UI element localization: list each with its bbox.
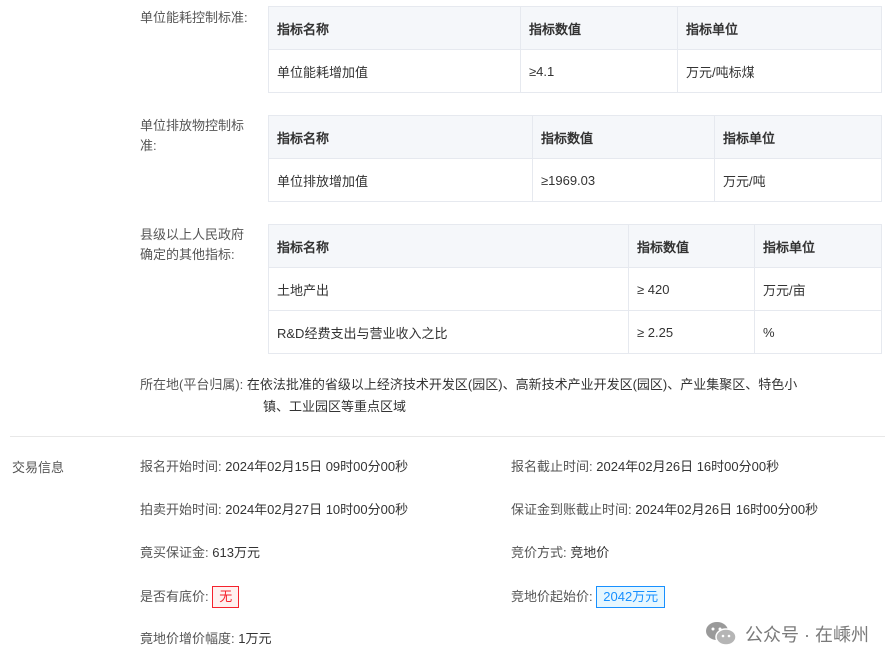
table-cell: % xyxy=(754,310,882,354)
table-cell: R&D经费支出与营业收入之比 xyxy=(268,310,629,354)
auction-start-value: 2024年02月27日 10时00分00秒 xyxy=(225,502,409,517)
location-value-cont: 镇、工业园区等重点区域 xyxy=(263,399,407,414)
wechat-icon xyxy=(705,620,737,648)
auction-start-label: 拍卖开始时间: xyxy=(140,502,222,517)
table-cell: 土地产出 xyxy=(268,267,629,311)
signup-start-row: 报名开始时间: 2024年02月15日 09时00分00秒 xyxy=(140,457,408,477)
start-price-label: 竞地价起始价: xyxy=(511,589,593,604)
table-cell: 万元/吨 xyxy=(714,158,882,202)
column-header: 指标名称 xyxy=(268,6,521,50)
signup-end-row: 报名截止时间: 2024年02月26日 16时00分00秒 xyxy=(511,457,779,477)
column-header: 指标单位 xyxy=(714,115,882,159)
table-row: 单位排放增加值 ≥1969.03 万元/吨 xyxy=(268,158,882,202)
reserve-label: 是否有底价: xyxy=(140,589,209,604)
deposit-row: 竟买保证金: 613万元 xyxy=(140,543,260,563)
watermark: 公众号 · 在嵊州 xyxy=(705,620,869,648)
other-indicators-label: 县级以上人民政府 确定的其他指标: xyxy=(140,227,245,262)
watermark-text: 公众号 · 在嵊州 xyxy=(745,625,869,645)
increment-label: 竟地价增价幅度: xyxy=(140,631,235,646)
table-row: 单位能耗增加值 ≥4.1 万元/吨标煤 xyxy=(268,49,882,93)
location-label: 所在地(平台归属): xyxy=(140,377,244,392)
increment-row: 竟地价增价幅度: 1万元 xyxy=(140,629,271,649)
deposit-deadline-value: 2024年02月26日 16时00分00秒 xyxy=(635,502,819,517)
column-header: 指标数值 xyxy=(520,6,678,50)
emission-table: 指标名称 指标数值 指标单位 单位排放增加值 ≥1969.03 万元/吨 xyxy=(268,115,882,202)
column-header: 指标名称 xyxy=(268,224,629,268)
energy-table: 指标名称 指标数值 指标单位 单位能耗增加值 ≥4.1 万元/吨标煤 xyxy=(268,6,882,93)
deposit-deadline-row: 保证金到账截止时间: 2024年02月26日 16时00分00秒 xyxy=(511,500,818,520)
table-cell: 万元/亩 xyxy=(754,267,882,311)
table-cell: ≥ 420 xyxy=(628,267,755,311)
column-header: 指标数值 xyxy=(628,224,755,268)
table-cell: ≥1969.03 xyxy=(532,158,715,202)
trade-section-title: 交易信息 xyxy=(12,460,65,475)
table-cell: ≥4.1 xyxy=(520,49,678,93)
table-cell: 万元/吨标煤 xyxy=(677,49,882,93)
start-price-badge: 2042万元 xyxy=(596,586,666,608)
table-header-row: 指标名称 指标数值 指标单位 xyxy=(268,224,882,268)
table-cell: ≥ 2.25 xyxy=(628,310,755,354)
auction-start-row: 拍卖开始时间: 2024年02月27日 10时00分00秒 xyxy=(140,500,408,520)
reserve-badge: 无 xyxy=(212,586,240,608)
deposit-label: 竟买保证金: xyxy=(140,545,209,560)
signup-start-label: 报名开始时间: xyxy=(140,459,222,474)
table-header-row: 指标名称 指标数值 指标单位 xyxy=(268,115,882,159)
location-value: 在依法批准的省级以上经济技术开发区(园区)、高新技术产业开发区(园区)、产业集聚… xyxy=(246,377,798,392)
other-indicators-table: 指标名称 指标数值 指标单位 土地产出 ≥ 420 万元/亩 R&D经费支出与营… xyxy=(268,224,882,354)
table-row: R&D经费支出与营业收入之比 ≥ 2.25 % xyxy=(268,310,882,354)
column-header: 指标单位 xyxy=(754,224,882,268)
reserve-row: 是否有底价: 无 xyxy=(140,586,240,608)
bid-method-row: 竞价方式: 竞地价 xyxy=(511,543,609,563)
emission-label: 单位排放物控制标 准: xyxy=(140,118,245,153)
increment-value: 1万元 xyxy=(238,631,272,646)
table-header-row: 指标名称 指标数值 指标单位 xyxy=(268,6,882,50)
signup-start-value: 2024年02月15日 09时00分00秒 xyxy=(225,459,409,474)
signup-end-value: 2024年02月26日 16时00分00秒 xyxy=(596,459,780,474)
location-row: 所在地(平台归属): 在依法批准的省级以上经济技术开发区(园区)、高新技术产业开… xyxy=(140,375,797,395)
bid-method-value: 竞地价 xyxy=(570,545,610,560)
energy-label: 单位能耗控制标准: xyxy=(140,10,248,25)
column-header: 指标名称 xyxy=(268,115,533,159)
table-cell: 单位排放增加值 xyxy=(268,158,533,202)
column-header: 指标数值 xyxy=(532,115,715,159)
bid-method-label: 竞价方式: xyxy=(511,545,567,560)
deposit-value: 613万元 xyxy=(212,545,260,560)
start-price-row: 竞地价起始价: 2042万元 xyxy=(511,586,666,608)
table-row: 土地产出 ≥ 420 万元/亩 xyxy=(268,267,882,311)
column-header: 指标单位 xyxy=(677,6,882,50)
deposit-deadline-label: 保证金到账截止时间: xyxy=(511,502,632,517)
signup-end-label: 报名截止时间: xyxy=(511,459,593,474)
table-cell: 单位能耗增加值 xyxy=(268,49,521,93)
section-divider xyxy=(10,436,885,437)
